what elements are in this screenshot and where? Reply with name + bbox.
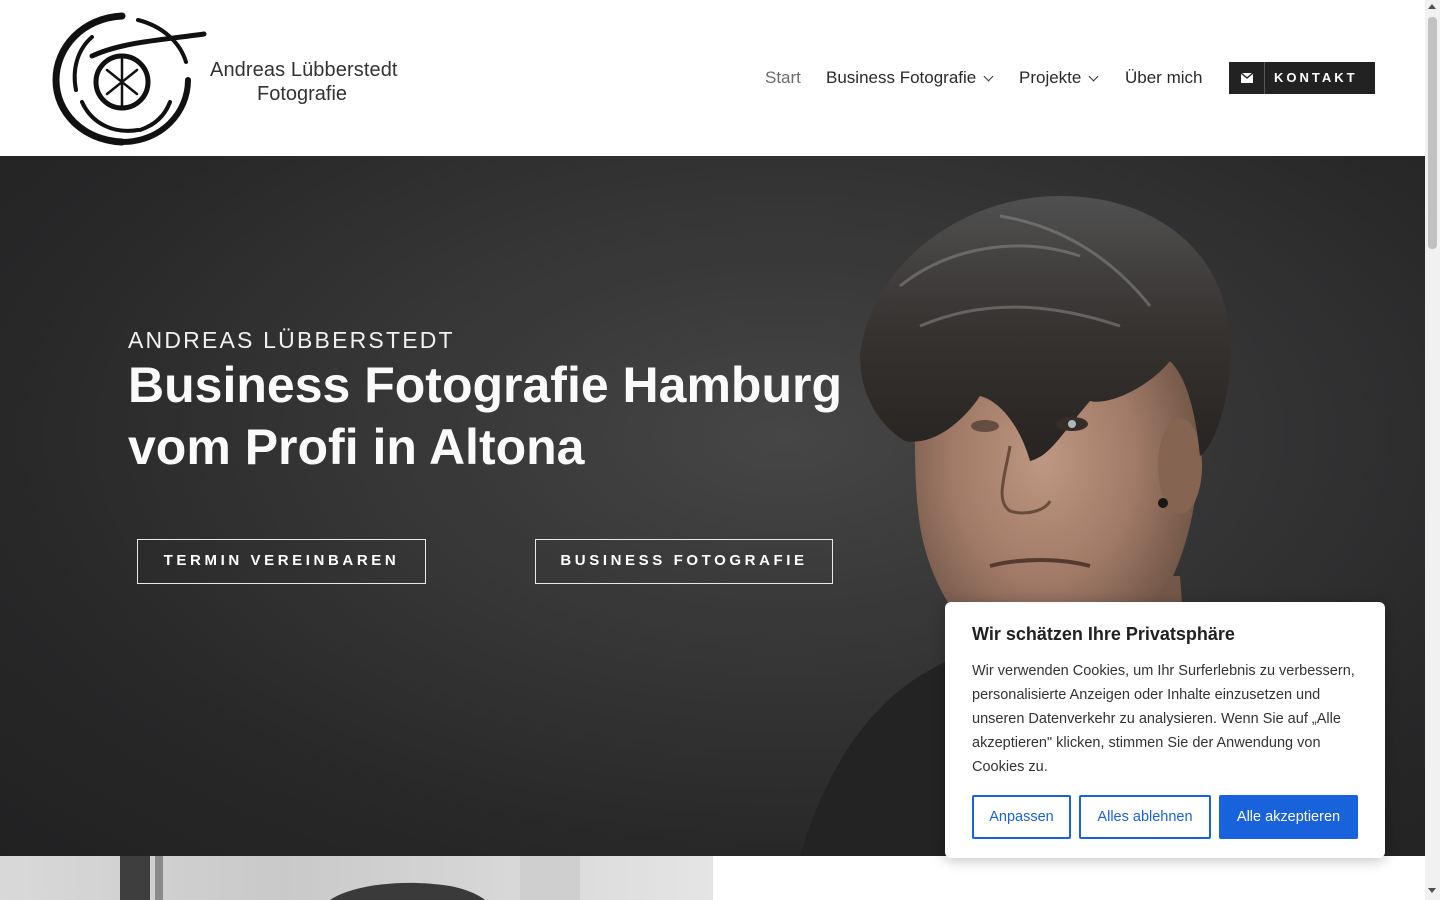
chevron-down-icon (1088, 71, 1099, 82)
cookie-banner-title: Wir schätzen Ihre Privatsphäre (972, 624, 1235, 644)
nav-item-label: Business Fotografie (826, 68, 977, 87)
chevron-down-icon (983, 71, 994, 82)
cookie-reject-button[interactable]: Alles ablehnen (1079, 795, 1211, 839)
termin-vereinbaren-button[interactable]: TERMIN VEREINBAREN (137, 539, 426, 584)
photo-preview-image (120, 856, 580, 900)
aperture-logo-icon (52, 12, 207, 146)
nav-item-label: Projekte (1019, 68, 1082, 87)
logo-subtitle: Fotografie (257, 83, 348, 105)
nav-item-label: Über mich (1125, 68, 1203, 87)
contact-button[interactable]: KONTAKT (1229, 62, 1375, 94)
scroll-up-arrow-icon[interactable] (1428, 4, 1436, 9)
hero-title: Business Fotografie Hamburg vom Profi in… (128, 354, 842, 478)
nav-item-projekte[interactable]: Projekte (1019, 62, 1099, 94)
logo-name: Andreas Lübberstedt (210, 59, 398, 81)
hero-title-line1: Business Fotografie Hamburg (128, 357, 842, 413)
envelope-icon (1229, 62, 1265, 94)
next-section-image (0, 856, 713, 900)
hero-title-line2: vom Profi in Altona (128, 419, 585, 475)
cookie-accept-button[interactable]: Alle akzeptieren (1219, 795, 1358, 839)
nav-item-label: Start (765, 68, 801, 87)
site-logo[interactable]: Andreas Lübberstedt Fotografie (52, 12, 397, 147)
cookie-customize-button[interactable]: Anpassen (972, 795, 1071, 839)
cookie-consent-banner: Wir schätzen Ihre Privatsphäre Wir verwe… (945, 602, 1385, 858)
scroll-down-arrow-icon[interactable] (1428, 888, 1436, 893)
page-scrollbar[interactable] (1425, 0, 1440, 900)
contact-button-label: KONTAKT (1274, 70, 1358, 85)
business-fotografie-button[interactable]: BUSINESS FOTOGRAFIE (535, 539, 833, 584)
site-header: Andreas Lübberstedt Fotografie Start Bus… (0, 0, 1425, 156)
hero-kicker: ANDREAS LÜBBERSTEDT (128, 327, 455, 353)
scrollbar-thumb[interactable] (1428, 17, 1437, 249)
cookie-banner-text: Wir verwenden Cookies, um Ihr Surferlebn… (972, 663, 1355, 775)
nav-item-ueber-mich[interactable]: Über mich (1125, 62, 1202, 94)
nav-item-start[interactable]: Start (765, 62, 801, 94)
nav-item-business-fotografie[interactable]: Business Fotografie (826, 62, 994, 94)
